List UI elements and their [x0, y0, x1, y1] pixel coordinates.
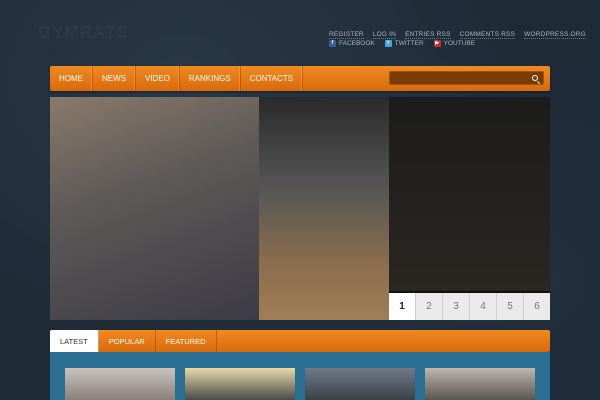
tab-featured[interactable]: FEATURED — [156, 330, 217, 352]
register-link[interactable]: REGISTER — [329, 31, 364, 39]
twitter-icon: t — [384, 40, 392, 47]
nav-item-contacts[interactable]: CONTACTS — [241, 66, 304, 91]
comments-rss-link[interactable]: COMMENTS RSS — [459, 31, 516, 39]
site-logo[interactable]: GYMRATS — [38, 22, 129, 42]
search-input[interactable] — [390, 72, 543, 84]
search-box — [389, 71, 544, 85]
slider-pager: 1 2 3 4 5 6 — [389, 293, 550, 320]
post-thumbnail[interactable] — [185, 368, 295, 400]
tab-latest[interactable]: LATEST — [50, 330, 99, 352]
pager-button-1[interactable]: 1 — [389, 293, 415, 320]
youtube-label: YOUTUBE — [443, 40, 476, 47]
top-links: REGISTER LOG IN ENTRIES RSS COMMENTS RSS… — [329, 31, 586, 39]
pager-button-4[interactable]: 4 — [469, 293, 496, 320]
featured-slider: 1 2 3 4 5 6 — [50, 97, 550, 320]
post-thumbnail[interactable] — [305, 368, 415, 400]
social-links: f FACEBOOK t TWITTER ▶ YOUTUBE — [329, 40, 475, 47]
youtube-link[interactable]: ▶ YOUTUBE — [433, 40, 476, 47]
main-nav: HOME NEWS VIDEO RANKINGS CONTACTS — [50, 66, 550, 91]
facebook-label: FACEBOOK — [339, 40, 375, 47]
nav-item-news[interactable]: NEWS — [93, 66, 136, 91]
search-icon[interactable] — [532, 75, 538, 81]
tab-popular[interactable]: POPULAR — [99, 330, 156, 352]
nav-item-video[interactable]: VIDEO — [136, 66, 180, 91]
slide-caption-panel — [389, 97, 550, 291]
wordpress-link[interactable]: WORDPRESS.ORG — [524, 31, 586, 39]
login-link[interactable]: LOG IN — [372, 31, 397, 39]
pager-button-2[interactable]: 2 — [415, 293, 442, 320]
post-thumbnail[interactable] — [425, 368, 535, 400]
pager-button-6[interactable]: 6 — [523, 293, 550, 320]
facebook-link[interactable]: f FACEBOOK — [329, 40, 375, 47]
nav-item-home[interactable]: HOME — [50, 66, 93, 91]
slide-image-game[interactable] — [259, 97, 389, 320]
content-tabs: LATEST POPULAR FEATURED — [50, 330, 550, 352]
entries-rss-link[interactable]: ENTRIES RSS — [405, 31, 451, 39]
pager-button-5[interactable]: 5 — [496, 293, 523, 320]
slide-image-player[interactable] — [50, 97, 259, 320]
youtube-icon: ▶ — [433, 40, 441, 47]
nav-item-rankings[interactable]: RANKINGS — [180, 66, 241, 91]
twitter-label: TWITTER — [394, 40, 424, 47]
facebook-icon: f — [329, 40, 336, 47]
post-thumbnail[interactable] — [65, 368, 175, 400]
tab-panel-latest — [50, 352, 550, 400]
pager-button-3[interactable]: 3 — [442, 293, 469, 320]
twitter-link[interactable]: t TWITTER — [384, 40, 424, 47]
